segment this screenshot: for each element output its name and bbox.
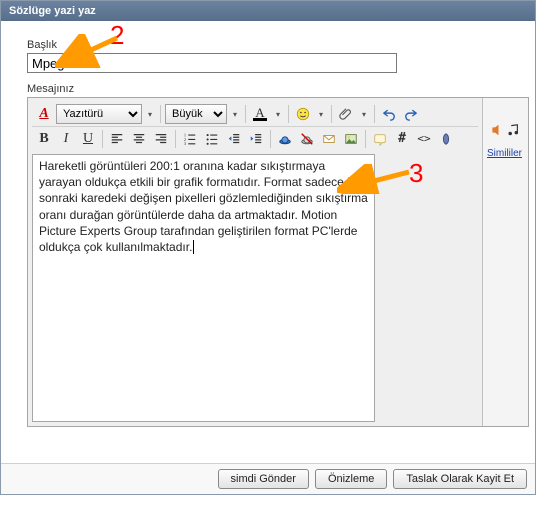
undo-button[interactable] (379, 104, 399, 124)
underline-button[interactable]: U (78, 129, 98, 149)
button-bar: simdi Gönder Önizleme Taslak Olarak Kayi… (1, 463, 535, 494)
title-input[interactable] (27, 53, 397, 73)
window-title: Sözlüge yazi yaz (9, 5, 96, 17)
font-color-button[interactable]: A (250, 104, 270, 124)
align-center-button[interactable] (129, 129, 149, 149)
chevron-down-icon[interactable]: ▾ (358, 110, 370, 119)
outdent-button[interactable] (224, 129, 244, 149)
media-music-icon[interactable] (505, 122, 521, 138)
bold-button[interactable]: B (34, 129, 54, 149)
chevron-down-icon[interactable]: ▾ (272, 110, 284, 119)
title-label: Başlık (27, 39, 521, 51)
font-size-select[interactable]: Büyük (165, 104, 227, 124)
media-audio-icon[interactable] (487, 122, 503, 138)
indent-button[interactable] (246, 129, 266, 149)
html-button[interactable]: <> (414, 129, 434, 149)
message-body-textarea[interactable]: Hareketli görüntüleri 200:1 oranına kada… (32, 154, 375, 422)
php-button[interactable] (436, 129, 456, 149)
window: Sözlüge yazi yaz Başlık Mesajınız A Yazı… (0, 0, 536, 495)
italic-button[interactable]: I (56, 129, 76, 149)
attachment-button[interactable] (336, 104, 356, 124)
ordered-list-button[interactable]: 123 (180, 129, 200, 149)
quote-button[interactable] (370, 129, 390, 149)
code-button[interactable]: # (392, 129, 412, 149)
font-family-select[interactable]: Yazıtürü (56, 104, 142, 124)
save-draft-button[interactable]: Taslak Olarak Kayit Et (393, 469, 527, 489)
chevron-down-icon: ▾ (144, 110, 156, 119)
chevron-down-icon[interactable]: ▾ (315, 110, 327, 119)
message-body-text: Hareketli görüntüleri 200:1 oranına kada… (39, 159, 368, 254)
title-bar: Sözlüge yazi yaz (1, 1, 535, 21)
similar-link[interactable]: Simililer (487, 148, 522, 159)
link-button[interactable] (275, 129, 295, 149)
remove-format-button[interactable]: A (34, 104, 54, 124)
side-panel: Simililer (482, 98, 528, 426)
preview-button[interactable]: Önizleme (315, 469, 387, 489)
align-left-button[interactable] (107, 129, 127, 149)
email-button[interactable] (319, 129, 339, 149)
chevron-down-icon: ▾ (229, 110, 241, 119)
image-button[interactable] (341, 129, 361, 149)
smiley-button[interactable] (293, 104, 313, 124)
message-label: Mesajınız (27, 83, 521, 95)
svg-text:3: 3 (184, 141, 187, 146)
submit-button[interactable]: simdi Gönder (218, 469, 309, 489)
unordered-list-button[interactable] (202, 129, 222, 149)
redo-button[interactable] (401, 104, 421, 124)
unlink-button[interactable] (297, 129, 317, 149)
rich-editor: A Yazıtürü ▾ Büyük ▾ A ▾ (27, 97, 529, 427)
toolbar-row-1: A Yazıtürü ▾ Büyük ▾ A ▾ (32, 102, 478, 126)
toolbar-row-2: B I U 123 (32, 126, 478, 150)
align-right-button[interactable] (151, 129, 171, 149)
content-area: Başlık Mesajınız A Yazıtürü ▾ Büyük ▾ (1, 21, 535, 463)
